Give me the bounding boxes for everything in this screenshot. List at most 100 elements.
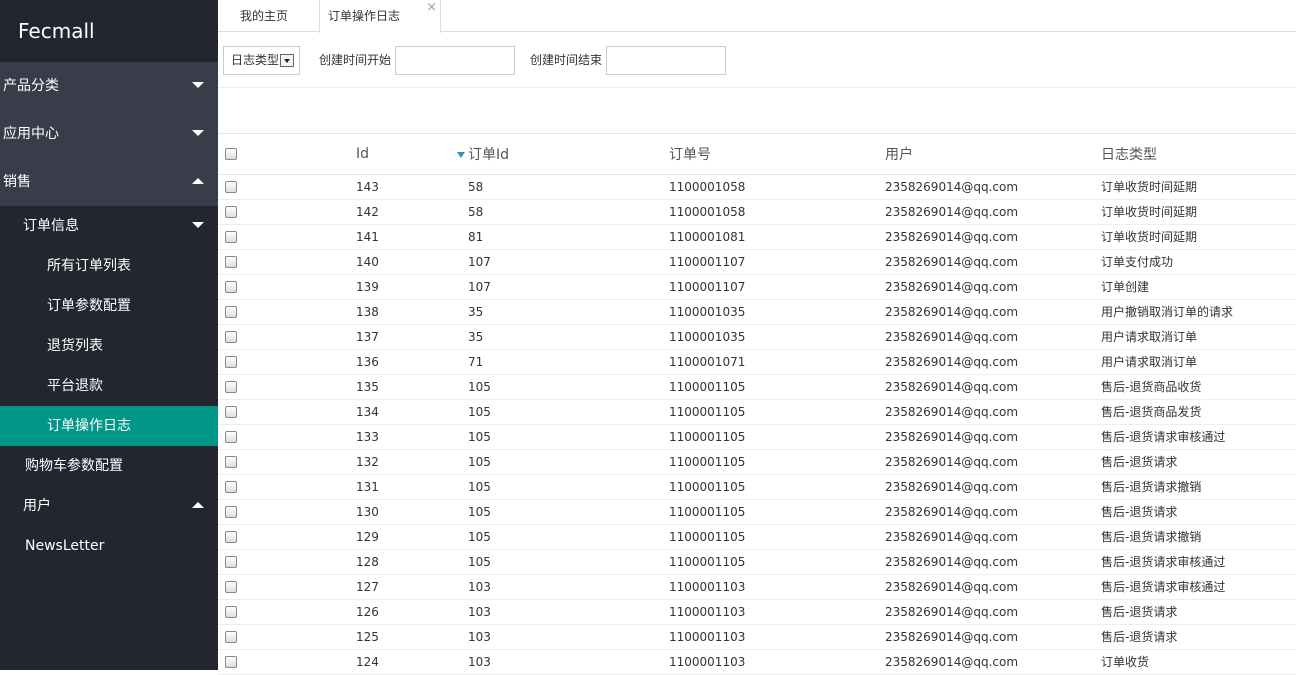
sidebar-item-label: 订单信息	[23, 218, 79, 234]
row-checkbox[interactable]	[225, 356, 237, 368]
cell-user: 2358269014@qq.com	[882, 599, 1098, 625]
cell-order-number: 1100001103	[666, 649, 882, 675]
sidebar-item-order-config[interactable]: 订单参数配置	[0, 286, 218, 326]
sidebar-item-platform-refund[interactable]: 平台退款	[0, 366, 218, 406]
row-checkbox[interactable]	[225, 331, 237, 343]
table-row[interactable]: 127 103 1100001103 2358269014@qq.com 售后-退货请求…	[218, 574, 1296, 600]
row-checkbox[interactable]	[225, 531, 237, 543]
table-row[interactable]: 125 103 1100001103 2358269014@qq.com 售后-退货请求	[218, 624, 1296, 650]
row-checkbox[interactable]	[225, 381, 237, 393]
cell-user: 2358269014@qq.com	[882, 299, 1098, 325]
table-row[interactable]: 142 58 1100001058 2358269014@qq.com 订单收货时间延期	[218, 199, 1296, 225]
table-row[interactable]: 126 103 1100001103 2358269014@qq.com 售后-退货请求	[218, 599, 1296, 625]
tab-order-log[interactable]: 订单操作日志 ×	[319, 0, 441, 33]
sidebar-item-label: 产品分类	[3, 78, 59, 94]
cell-id: 136	[330, 349, 450, 375]
table-row[interactable]: 141 81 1100001081 2358269014@qq.com 订单收货时间延期	[218, 224, 1296, 250]
cell-log-type: 售后-退货请求审核通过	[1098, 424, 1296, 450]
cell-id: 135	[330, 374, 450, 400]
cell-log-type: 订单创建	[1098, 274, 1296, 300]
row-checkbox[interactable]	[225, 231, 237, 243]
cell-id: 127	[330, 574, 450, 600]
cell-order-number: 1100001103	[666, 599, 882, 625]
tab-home[interactable]: 我的主页	[228, 0, 300, 32]
cell-log-type: 用户请求取消订单	[1098, 349, 1296, 375]
cell-order-number: 1100001081	[666, 224, 882, 250]
row-checkbox[interactable]	[225, 606, 237, 618]
sidebar-item-user[interactable]: 用户	[0, 486, 218, 526]
column-header-log-type[interactable]: 日志类型	[1098, 134, 1296, 175]
table-row[interactable]: 129 105 1100001105 2358269014@qq.com 售后-退货请求…	[218, 524, 1296, 550]
sidebar-item-order-log[interactable]: 订单操作日志	[0, 406, 218, 446]
sidebar-item-cart-config[interactable]: 购物车参数配置	[0, 446, 218, 486]
row-checkbox[interactable]	[225, 556, 237, 568]
column-header-id[interactable]: Id	[330, 134, 450, 175]
cell-user: 2358269014@qq.com	[882, 324, 1098, 350]
sidebar-item-app-center[interactable]: 应用中心	[0, 110, 218, 158]
table-row[interactable]: 132 105 1100001105 2358269014@qq.com 售后-退货请求	[218, 449, 1296, 475]
select-all-checkbox[interactable]	[225, 147, 237, 160]
cell-order-number: 1100001058	[666, 199, 882, 225]
row-checkbox[interactable]	[225, 281, 237, 293]
row-checkbox[interactable]	[225, 306, 237, 318]
cell-order-id: 58	[450, 174, 666, 200]
cell-order-number: 1100001105	[666, 524, 882, 550]
cell-order-id: 103	[450, 649, 666, 675]
table-row[interactable]: 128 105 1100001105 2358269014@qq.com 售后-退货请求…	[218, 549, 1296, 575]
sidebar-item-label: 销售	[3, 174, 31, 190]
column-header-order-number[interactable]: 订单号	[666, 134, 882, 175]
sidebar-item-all-orders[interactable]: 所有订单列表	[0, 246, 218, 286]
sidebar-item-newsletter[interactable]: NewsLetter	[0, 526, 218, 566]
cell-order-id: 35	[450, 324, 666, 350]
row-checkbox[interactable]	[225, 206, 237, 218]
table-row[interactable]: 134 105 1100001105 2358269014@qq.com 售后-退货商品…	[218, 399, 1296, 425]
row-checkbox[interactable]	[225, 406, 237, 418]
table-row[interactable]: 137 35 1100001035 2358269014@qq.com 用户请求取消订单	[218, 324, 1296, 350]
created-start-input[interactable]	[395, 46, 515, 75]
table-row[interactable]: 139 107 1100001107 2358269014@qq.com 订单创建	[218, 274, 1296, 300]
table-row[interactable]: 136 71 1100001071 2358269014@qq.com 用户请求取消订单	[218, 349, 1296, 375]
brand-logo[interactable]: Fecmall	[0, 0, 218, 62]
row-checkbox[interactable]	[225, 431, 237, 443]
table-header-row: Id 订单Id 订单号 用户 日志类型	[218, 134, 1296, 175]
sidebar-item-order-info[interactable]: 订单信息	[0, 206, 218, 246]
column-header-user[interactable]: 用户	[882, 134, 1098, 175]
row-checkbox[interactable]	[225, 181, 237, 193]
cell-user: 2358269014@qq.com	[882, 349, 1098, 375]
cell-order-number: 1100001071	[666, 349, 882, 375]
cell-order-number: 1100001103	[666, 624, 882, 650]
table-body: 143 58 1100001058 2358269014@qq.com 订单收货时间延期…	[218, 174, 1296, 675]
cell-id: 131	[330, 474, 450, 500]
created-end-input[interactable]	[606, 46, 726, 75]
table-row[interactable]: 143 58 1100001058 2358269014@qq.com 订单收货时间延期	[218, 174, 1296, 200]
table-row[interactable]: 140 107 1100001107 2358269014@qq.com 订单支付成功	[218, 249, 1296, 275]
column-header-order-id[interactable]: 订单Id	[450, 134, 666, 175]
row-checkbox[interactable]	[225, 481, 237, 493]
row-checkbox[interactable]	[225, 256, 237, 268]
row-checkbox[interactable]	[225, 581, 237, 593]
tab-bar: 我的主页 订单操作日志 ×	[218, 0, 1296, 33]
cell-log-type: 订单收货时间延期	[1098, 224, 1296, 250]
sidebar-item-label: 用户	[23, 498, 51, 514]
table-row[interactable]: 135 105 1100001105 2358269014@qq.com 售后-退货商品…	[218, 374, 1296, 400]
table-row[interactable]: 124 103 1100001103 2358269014@qq.com 订单收货	[218, 649, 1296, 675]
cell-order-id: 81	[450, 224, 666, 250]
sidebar-item-product-category[interactable]: 产品分类	[0, 62, 218, 110]
row-checkbox[interactable]	[225, 631, 237, 643]
table-row[interactable]: 133 105 1100001105 2358269014@qq.com 售后-退货请求…	[218, 424, 1296, 450]
row-checkbox[interactable]	[225, 506, 237, 518]
sidebar-item-sales[interactable]: 销售	[0, 158, 218, 206]
sidebar-item-returns[interactable]: 退货列表	[0, 326, 218, 366]
table-row[interactable]: 138 35 1100001035 2358269014@qq.com 用户撤销取消订单…	[218, 299, 1296, 325]
close-icon[interactable]: ×	[426, 0, 437, 24]
cell-id: 125	[330, 624, 450, 650]
cell-log-type: 售后-退货请求	[1098, 624, 1296, 650]
cell-log-type: 售后-退货请求	[1098, 449, 1296, 475]
cell-log-type: 售后-退货请求审核通过	[1098, 549, 1296, 575]
table-row[interactable]: 130 105 1100001105 2358269014@qq.com 售后-退货请求	[218, 499, 1296, 525]
row-checkbox[interactable]	[225, 656, 237, 668]
log-type-select[interactable]: 日志类型	[223, 46, 300, 75]
table-row[interactable]: 131 105 1100001105 2358269014@qq.com 售后-退货请求…	[218, 474, 1296, 500]
cell-order-number: 1100001058	[666, 174, 882, 200]
row-checkbox[interactable]	[225, 456, 237, 468]
